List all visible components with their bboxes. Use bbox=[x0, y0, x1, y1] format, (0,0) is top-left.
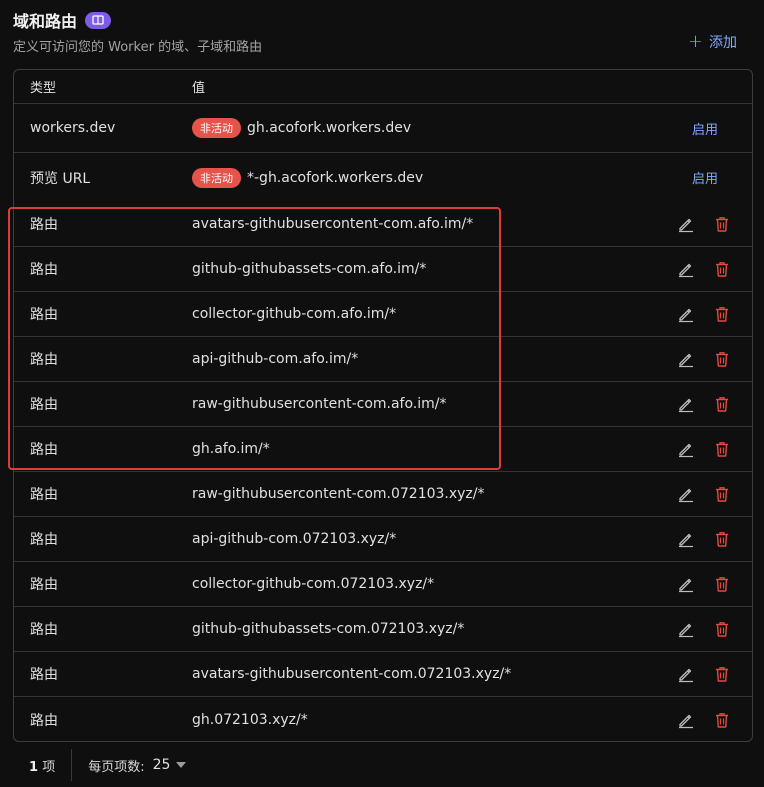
title-row: 域和路由 bbox=[13, 8, 751, 32]
trash-icon[interactable] bbox=[713, 665, 731, 683]
table-row: workers.dev 非活动 gh.acofork.workers.dev 启用 bbox=[14, 104, 752, 153]
table-row: 路由 api-github-com.afo.im/* bbox=[14, 337, 752, 382]
trash-icon[interactable] bbox=[713, 260, 731, 278]
enable-button[interactable]: 启用 bbox=[692, 168, 718, 187]
table-row: 路由 github-githubassets-com.072103.xyz/* bbox=[14, 607, 752, 652]
table-row: 路由 collector-github-com.afo.im/* bbox=[14, 292, 752, 337]
row-value: gh.afo.im/* bbox=[192, 441, 270, 457]
row-value: raw-githubusercontent-com.afo.im/* bbox=[192, 396, 447, 412]
column-header-type: 类型 bbox=[30, 81, 57, 96]
table-row: 路由 gh.072103.xyz/* bbox=[14, 697, 752, 741]
column-header-value: 值 bbox=[192, 81, 206, 96]
row-value: avatars-githubusercontent-com.072103.xyz… bbox=[192, 666, 512, 682]
row-value: github-githubassets-com.afo.im/* bbox=[192, 261, 427, 277]
table-row: 路由 avatars-githubusercontent-com.072103.x… bbox=[14, 652, 752, 697]
row-type: 路由 bbox=[30, 577, 58, 593]
table-header-row: 类型 值 bbox=[14, 70, 752, 104]
trash-icon[interactable] bbox=[713, 440, 731, 458]
table-row: 路由 collector-github-com.072103.xyz/* bbox=[14, 562, 752, 607]
trash-icon[interactable] bbox=[713, 620, 731, 638]
edit-icon[interactable] bbox=[677, 260, 695, 278]
table-row: 路由 api-github-com.072103.xyz/* bbox=[14, 517, 752, 562]
row-type: 路由 bbox=[30, 442, 58, 458]
total-count-value: 1 bbox=[29, 759, 39, 775]
row-value: github-githubassets-com.072103.xyz/* bbox=[192, 621, 465, 637]
trash-icon[interactable] bbox=[713, 395, 731, 413]
row-value: api-github-com.afo.im/* bbox=[192, 351, 359, 367]
page-title: 域和路由 bbox=[13, 12, 78, 31]
table-row: 路由 github-githubassets-com.afo.im/* bbox=[14, 247, 752, 292]
edit-icon[interactable] bbox=[677, 665, 695, 683]
row-value: raw-githubusercontent-com.072103.xyz/* bbox=[192, 486, 485, 502]
edit-icon[interactable] bbox=[677, 711, 695, 729]
total-count-unit: 项 bbox=[42, 759, 56, 775]
add-button-label: 添加 bbox=[709, 35, 737, 51]
row-type: 预览 URL bbox=[30, 170, 91, 187]
domains-routes-table: 类型 值 workers.dev 非活动 gh.acofork.workers.de… bbox=[13, 69, 753, 742]
row-type: 路由 bbox=[30, 622, 58, 638]
row-value: gh.072103.xyz/* bbox=[192, 711, 308, 728]
row-value: gh.acofork.workers.dev bbox=[247, 120, 412, 136]
row-type: 路由 bbox=[30, 307, 58, 323]
table-row: 预览 URL 非活动 *-gh.acofork.workers.dev 启用 bbox=[14, 153, 752, 202]
trash-icon[interactable] bbox=[713, 575, 731, 593]
table-row: 路由 raw-githubusercontent-com.072103.xyz/* bbox=[14, 472, 752, 517]
row-value-cell: 非活动 *-gh.acofork.workers.dev bbox=[192, 167, 424, 188]
per-page-control: 每页项数: 25 bbox=[72, 756, 187, 775]
edit-icon[interactable] bbox=[677, 440, 695, 458]
section-header: 域和路由 定义可访问您的 Worker 的域、子域和路由 + 添加 bbox=[13, 8, 751, 58]
plus-icon: + bbox=[687, 31, 703, 52]
trash-icon[interactable] bbox=[713, 215, 731, 233]
add-button[interactable]: + 添加 bbox=[688, 32, 737, 52]
trash-icon[interactable] bbox=[713, 305, 731, 323]
row-value: *-gh.acofork.workers.dev bbox=[247, 169, 424, 186]
row-value-cell: 非活动 gh.acofork.workers.dev bbox=[192, 118, 411, 138]
total-count: 1 项 bbox=[13, 756, 71, 775]
trash-icon[interactable] bbox=[713, 485, 731, 503]
row-value: api-github-com.072103.xyz/* bbox=[192, 531, 397, 547]
row-value: collector-github-com.afo.im/* bbox=[192, 306, 397, 322]
edit-icon[interactable] bbox=[677, 215, 695, 233]
row-type: 路由 bbox=[30, 712, 58, 729]
row-type: 路由 bbox=[30, 217, 58, 233]
per-page-select[interactable]: 25 bbox=[153, 757, 187, 773]
row-type: 路由 bbox=[30, 352, 58, 368]
trash-icon[interactable] bbox=[713, 530, 731, 548]
page-subtitle: 定义可访问您的 Worker 的域、子域和路由 bbox=[13, 40, 263, 55]
edit-icon[interactable] bbox=[677, 395, 695, 413]
edit-icon[interactable] bbox=[677, 575, 695, 593]
row-value: collector-github-com.072103.xyz/* bbox=[192, 576, 435, 592]
edit-icon[interactable] bbox=[677, 530, 695, 548]
table-row: 路由 gh.afo.im/* bbox=[14, 427, 752, 472]
per-page-label: 每页项数: bbox=[88, 759, 145, 775]
edit-icon[interactable] bbox=[677, 620, 695, 638]
table-footer: 1 项 每页项数: 25 bbox=[13, 747, 753, 783]
edit-icon[interactable] bbox=[677, 485, 695, 503]
status-badge: 非活动 bbox=[192, 167, 241, 188]
row-value: avatars-githubusercontent-com.afo.im/* bbox=[192, 216, 474, 232]
trash-icon[interactable] bbox=[713, 711, 731, 729]
row-type: 路由 bbox=[30, 262, 58, 278]
status-badge: 非活动 bbox=[192, 118, 241, 138]
trash-icon[interactable] bbox=[713, 350, 731, 368]
row-type: workers.dev bbox=[30, 120, 116, 136]
edit-icon[interactable] bbox=[677, 305, 695, 323]
table-row: 路由 avatars-githubusercontent-com.afo.im/* bbox=[14, 202, 752, 247]
caret-down-icon bbox=[176, 762, 187, 768]
row-type: 路由 bbox=[30, 667, 58, 683]
per-page-value: 25 bbox=[152, 757, 171, 773]
enable-button[interactable]: 启用 bbox=[692, 119, 718, 138]
table-row: 路由 raw-githubusercontent-com.afo.im/* bbox=[14, 382, 752, 427]
row-type: 路由 bbox=[30, 397, 58, 413]
edit-icon[interactable] bbox=[677, 350, 695, 368]
row-type: 路由 bbox=[30, 487, 58, 503]
docs-book-icon[interactable] bbox=[85, 11, 112, 29]
row-type: 路由 bbox=[30, 532, 58, 548]
